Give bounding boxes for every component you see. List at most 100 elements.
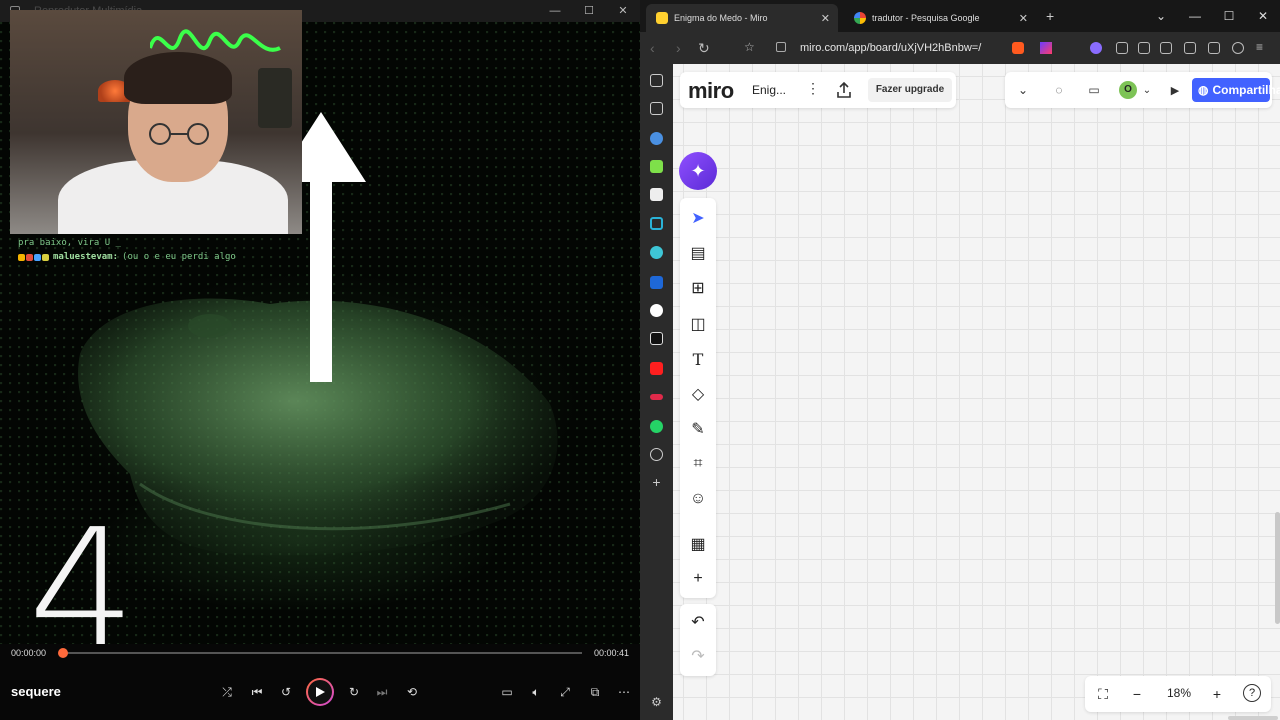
more-options-icon[interactable]: ⋯: [614, 682, 634, 702]
redo-icon[interactable]: ↷: [688, 646, 708, 666]
share-button[interactable]: ◍ Compartilhar: [1192, 78, 1280, 102]
rewind-10-icon[interactable]: ↺: [276, 682, 296, 702]
zoom-out-icon[interactable]: −: [1127, 684, 1147, 704]
tab-miro[interactable]: Enigma do Medo - Miro ✕: [646, 4, 838, 32]
app-icon-blue[interactable]: [650, 217, 663, 230]
more-tools-icon[interactable]: +: [688, 569, 708, 589]
forward-icon[interactable]: ›: [676, 40, 681, 56]
board-menu-icon[interactable]: ⋮: [806, 80, 820, 97]
close-button[interactable]: ✕: [606, 0, 640, 22]
chat-overlay: pra baixo, vira U _ maluestevam: (ou o e…: [18, 236, 236, 264]
fullscreen-icon[interactable]: ⤢: [555, 682, 575, 702]
collapse-icon[interactable]: ⌄: [1013, 80, 1033, 100]
maximize-button[interactable]: ☐: [1212, 0, 1246, 32]
app-icon-teal[interactable]: [650, 246, 663, 259]
close-tab-icon[interactable]: ✕: [1019, 12, 1028, 25]
media-player-window: Reprodutor Multimídia — ☐ ✕: [0, 0, 640, 720]
previous-icon[interactable]: ⏮: [247, 682, 267, 702]
video-call-icon[interactable]: ▭: [1084, 80, 1104, 100]
tiktok-icon[interactable]: [650, 332, 663, 345]
captions-icon[interactable]: ▭: [497, 682, 517, 702]
url-field[interactable]: miro.com/app/board/uXjVH2hBnbw=/: [800, 36, 1030, 60]
downloads-icon[interactable]: [1138, 42, 1150, 54]
table-icon[interactable]: ▦: [688, 534, 708, 554]
emoji-reaction-icon[interactable]: ☺: [688, 489, 708, 509]
undo-redo-bar: ↶ ↷: [680, 604, 716, 676]
select-tool-icon[interactable]: ➤: [688, 208, 708, 228]
activity-icon[interactable]: [650, 394, 663, 400]
mini-player-icon[interactable]: ⧉: [585, 682, 605, 702]
frames-layout-icon[interactable]: ⊞: [688, 278, 708, 298]
help-icon[interactable]: ?: [1243, 684, 1261, 702]
shuffle-icon[interactable]: ⤮: [217, 682, 237, 702]
leo-ai-icon[interactable]: [1208, 42, 1220, 54]
leo-icon[interactable]: [650, 74, 663, 87]
templates-icon[interactable]: ▤: [688, 243, 708, 263]
horizontal-scrollbar[interactable]: [1228, 716, 1278, 720]
zoom-level[interactable]: 18%: [1167, 686, 1191, 700]
app-icon-green[interactable]: [650, 160, 663, 173]
share-label: Compartilhar: [1212, 83, 1280, 97]
pen-icon[interactable]: ✎: [688, 419, 708, 439]
text-tool-icon[interactable]: T: [688, 349, 708, 369]
miro-logo[interactable]: miro: [688, 78, 734, 104]
extension-icon[interactable]: [1090, 42, 1102, 54]
download-app-icon[interactable]: [650, 304, 663, 317]
vertical-scrollbar[interactable]: [1275, 512, 1280, 624]
export-icon[interactable]: [834, 80, 854, 100]
volume-icon[interactable]: 🔈︎: [526, 682, 546, 702]
zoom-in-icon[interactable]: +: [1207, 684, 1227, 704]
add-panel-icon[interactable]: +: [650, 475, 663, 489]
paypal-icon[interactable]: [650, 276, 663, 289]
address-bar: ‹ › ↻ ☆ miro.com/app/board/uXjVH2hBnbw=/…: [640, 32, 1280, 64]
tab-list-icon[interactable]: ⌄: [1144, 0, 1178, 32]
extensions-icon[interactable]: [1116, 42, 1128, 54]
person-hair: [124, 52, 232, 104]
chatgpt-icon[interactable]: [650, 448, 663, 461]
play-button[interactable]: [306, 678, 334, 706]
fit-to-screen-icon[interactable]: ⛶: [1093, 684, 1113, 704]
ai-assist-button[interactable]: ✦: [679, 152, 717, 190]
frame-icon[interactable]: ⌗: [688, 454, 708, 474]
next-icon[interactable]: ⏭: [372, 682, 392, 702]
bookmark-icon[interactable]: ☆: [744, 40, 755, 54]
shapes-icon[interactable]: ◇: [688, 384, 708, 404]
undo-icon[interactable]: ↶: [688, 612, 708, 632]
seek-bar[interactable]: [58, 648, 582, 658]
seek-knob[interactable]: [58, 648, 68, 658]
close-tab-icon[interactable]: ✕: [821, 12, 830, 25]
messenger-icon[interactable]: ◌: [1049, 80, 1069, 100]
globe-icon[interactable]: [650, 132, 663, 145]
settings-icon[interactable]: ⚙: [650, 696, 663, 709]
upgrade-button[interactable]: Fazer upgrade: [868, 78, 952, 102]
minimize-button[interactable]: —: [538, 0, 572, 22]
maximize-button[interactable]: ☐: [572, 0, 606, 22]
miro-board-canvas[interactable]: miro Enig... ⋮ Fazer upgrade ⌄ ◌ ▭ O ⌄ ▶…: [673, 64, 1280, 720]
repeat-off-icon[interactable]: ⟲: [402, 682, 422, 702]
forward-30-icon[interactable]: ↻: [344, 682, 364, 702]
app-icon-white[interactable]: [650, 188, 663, 201]
tab-title: Enigma do Medo - Miro: [674, 13, 768, 23]
back-icon[interactable]: ‹: [650, 40, 655, 56]
minimize-button[interactable]: —: [1178, 0, 1212, 32]
reading-list-icon[interactable]: [650, 102, 663, 115]
sticky-note-icon[interactable]: ◫: [688, 314, 708, 334]
menu-icon[interactable]: ≡: [1256, 40, 1263, 54]
tab-google[interactable]: tradutor - Pesquisa Google ✕: [844, 4, 1036, 32]
whatsapp-icon[interactable]: [650, 420, 663, 433]
reload-icon[interactable]: ↻: [698, 40, 710, 57]
vpn-icon[interactable]: [1232, 42, 1244, 54]
present-icon[interactable]: ▶: [1165, 80, 1185, 100]
wallet-icon[interactable]: [1184, 42, 1196, 54]
site-info-icon[interactable]: [776, 42, 786, 52]
brave-rewards-icon[interactable]: [1040, 42, 1052, 54]
current-time: 00:00:00: [11, 648, 47, 658]
brave-shields-icon[interactable]: [1012, 42, 1024, 54]
board-name[interactable]: Enig...: [752, 83, 786, 97]
avatar[interactable]: O: [1119, 81, 1137, 99]
youtube-icon[interactable]: [650, 362, 663, 375]
new-tab-button[interactable]: +: [1046, 8, 1054, 24]
close-button[interactable]: ✕: [1246, 0, 1280, 32]
avatar-dropdown-icon[interactable]: ⌄: [1137, 80, 1157, 100]
sidebar-icon[interactable]: [1160, 42, 1172, 54]
